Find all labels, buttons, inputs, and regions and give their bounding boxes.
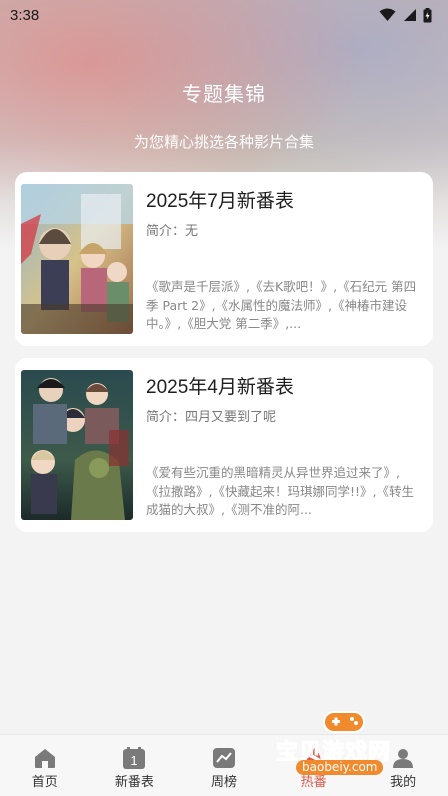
- nav-item-schedule[interactable]: 1 新番表: [90, 735, 180, 796]
- gamepad-icon: [323, 711, 365, 733]
- nav-label: 热番: [300, 775, 327, 790]
- home-icon: [34, 749, 55, 768]
- chart-icon: [212, 748, 235, 768]
- calendar-badge: 1: [131, 753, 138, 768]
- profile-icon: [393, 749, 414, 768]
- collection-title: 2025年4月新番表: [146, 377, 294, 398]
- nav-item-profile[interactable]: 我的: [358, 735, 448, 796]
- page-subtitle: 为您精心挑选各种影片合集: [133, 133, 314, 151]
- calendar-icon: 1: [123, 747, 146, 769]
- nav-label: 新番表: [114, 775, 154, 790]
- collection-intro: 简介：无: [146, 224, 199, 239]
- fire-icon: [306, 748, 320, 768]
- collection-card-july-2025[interactable]: 2025年7月新番表 简介：无 《歌声是千层派》,《去K歌吧！》,《石纪元 第四…: [15, 172, 433, 346]
- collection-description: 《爱有些沉重的黑暗精灵从异世界追过来了》,《拉撒路》,《快藏起来！玛琪娜同学!!…: [146, 465, 414, 517]
- nav-label: 周榜: [210, 775, 237, 790]
- collection-title: 2025年7月新番表: [146, 191, 294, 212]
- wifi-icon: [379, 8, 396, 21]
- nav-item-weekly-rank[interactable]: 周榜: [179, 735, 269, 796]
- status-bar: 3:38: [0, 0, 448, 30]
- collection-card-april-2025[interactable]: 2025年4月新番表 简介：四月又要到了呢 《爱有些沉重的黑暗精灵从异世界追过来…: [15, 358, 433, 532]
- status-icons: [379, 7, 432, 23]
- status-time: 3:38: [10, 6, 40, 24]
- signal-icon: [404, 9, 416, 21]
- collection-description: 《歌声是千层派》,《去K歌吧！》,《石纪元 第四季 Part 2》,《水属性的魔…: [146, 279, 417, 331]
- bottom-nav: 首页 1 新番表 周榜 热番 我的: [0, 734, 448, 796]
- nav-label: 我的: [390, 775, 417, 790]
- nav-label: 首页: [31, 775, 58, 790]
- nav-item-hot[interactable]: 热番: [269, 735, 359, 796]
- collection-poster: [21, 370, 133, 520]
- collection-intro: 简介：四月又要到了呢: [146, 410, 277, 425]
- nav-item-home[interactable]: 首页: [0, 735, 90, 796]
- page-title: 专题集锦: [182, 82, 266, 106]
- battery-icon: [423, 7, 432, 22]
- collection-poster: [21, 184, 133, 334]
